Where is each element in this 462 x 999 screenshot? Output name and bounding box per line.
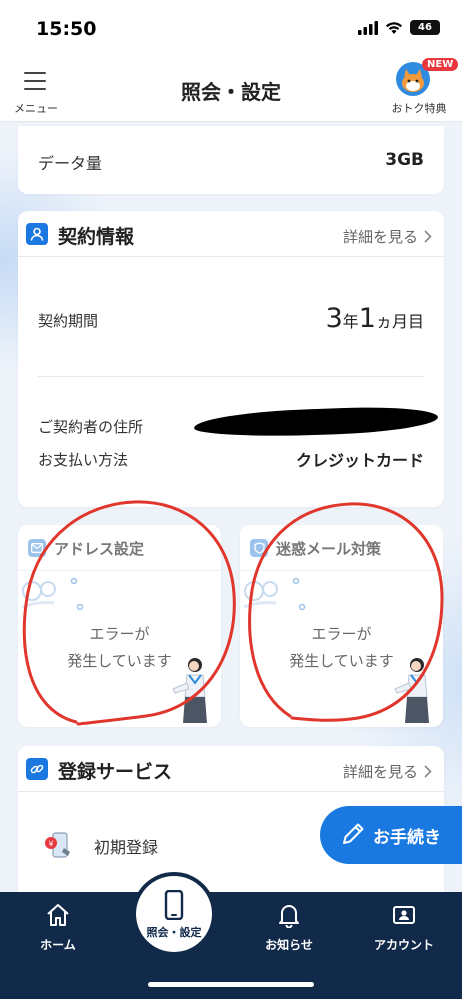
battery-icon: 46 <box>410 20 440 35</box>
address-label: ご契約者の住所 <box>38 418 144 436</box>
perks-label: おトク特典 <box>391 102 447 115</box>
status-time: 15:50 <box>36 18 97 40</box>
registration-card-header: 登録サービス 詳細を見る <box>18 746 444 792</box>
home-icon <box>47 904 69 926</box>
id-card-icon <box>393 906 415 924</box>
registration-title: 登録サービス <box>58 761 173 783</box>
status-icons: 46 <box>358 20 440 35</box>
bottom-navigation: ホーム お知らせ アカウント <box>0 892 462 999</box>
contract-title: 契約情報 <box>58 226 135 248</box>
nav-settings-label: 照会・設定 <box>146 926 202 939</box>
contract-period-label: 契約期間 <box>38 312 99 330</box>
annotation-circle-left <box>22 500 236 726</box>
initial-registration-icon: ¥ <box>45 832 70 858</box>
nav-notifications[interactable]: お知らせ <box>244 902 334 953</box>
pencil-icon <box>343 823 364 844</box>
app-header: メニュー 照会・設定 NEW おトク特典 <box>0 58 462 122</box>
link-icon <box>26 758 48 780</box>
status-bar: 15:50 46 <box>0 0 462 58</box>
initial-registration-label[interactable]: 初期登録 <box>94 834 158 858</box>
nav-home[interactable]: ホーム <box>13 902 103 953</box>
signal-icon <box>358 20 378 35</box>
contract-card-header: 契約情報 詳細を見る <box>18 211 444 257</box>
procedures-label: お手続き <box>373 828 441 848</box>
annotation-circle-right <box>248 502 444 722</box>
chevron-right-icon <box>424 230 432 243</box>
wifi-icon <box>386 21 402 34</box>
contract-details-label: 詳細を見る <box>342 228 418 246</box>
nav-settings[interactable]: 照会・設定 <box>136 876 212 952</box>
payment-label: お支払い方法 <box>38 451 129 469</box>
home-indicator <box>148 982 314 987</box>
nav-notifications-label: お知らせ <box>265 938 313 952</box>
nav-account-label: アカウント <box>373 938 434 952</box>
payment-value: クレジットカード <box>295 451 424 470</box>
svg-text:¥: ¥ <box>48 840 53 849</box>
user-icon <box>26 223 48 245</box>
chevron-right-icon <box>424 765 432 778</box>
registration-details-label: 詳細を見る <box>342 763 418 781</box>
contract-period-value: 3 年 1 ヵ月目 <box>325 303 424 334</box>
bell-icon <box>279 905 299 929</box>
redacted-address <box>193 404 439 440</box>
nav-account[interactable]: アカウント <box>359 902 449 953</box>
new-badge: NEW <box>422 58 459 71</box>
data-usage-value: 3GB <box>385 150 424 170</box>
procedures-button[interactable]: お手続き <box>320 806 462 864</box>
smartphone-icon <box>164 890 184 920</box>
contract-info-card: 契約情報 詳細を見る 契約期間 3 年 1 ヵ月目 ご契約者の住所 お支払い方法… <box>18 211 444 507</box>
contract-details-link[interactable]: 詳細を見る <box>343 226 432 247</box>
registration-details-link[interactable]: 詳細を見る <box>343 761 432 782</box>
data-usage-label: データ量 <box>38 154 103 173</box>
data-usage-card: データ量 3GB <box>18 126 444 194</box>
divider <box>38 376 424 377</box>
perks-button[interactable]: NEW おトク特典 <box>384 58 459 118</box>
nav-home-label: ホーム <box>40 938 76 952</box>
